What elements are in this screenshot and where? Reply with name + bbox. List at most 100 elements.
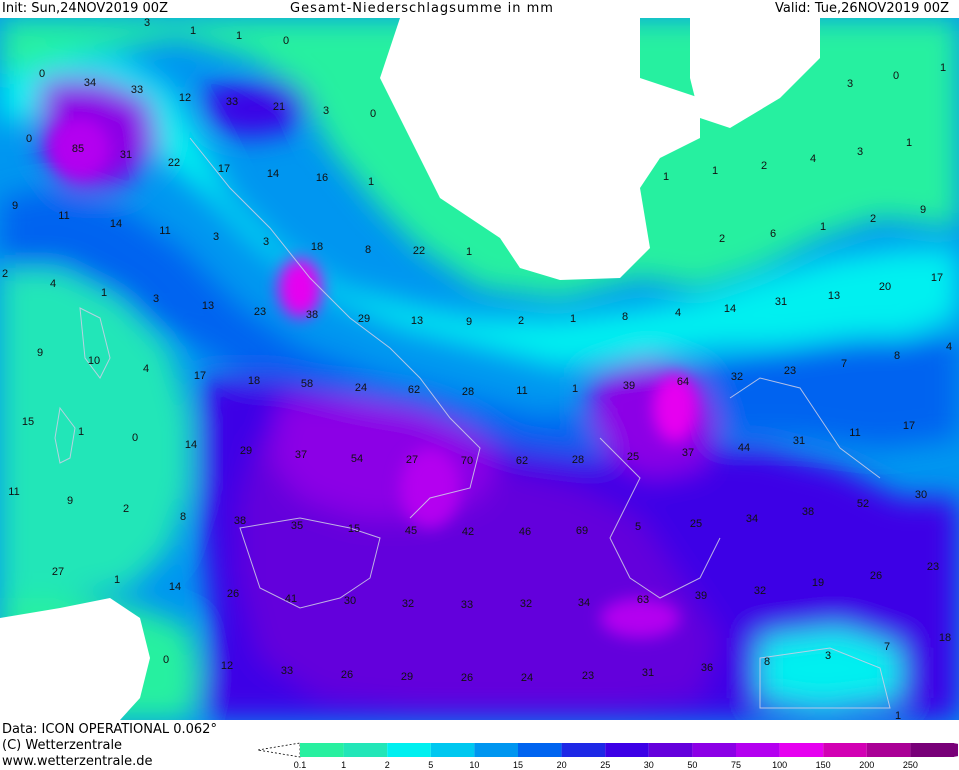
precip-value: 13 — [202, 300, 214, 312]
precip-value: 9 — [920, 204, 926, 216]
precip-value: 30 — [915, 489, 927, 501]
precip-value: 12 — [221, 660, 233, 672]
init-time: Init: Sun,24NOV2019 00Z — [2, 1, 168, 16]
precip-value: 4 — [946, 341, 952, 353]
precip-value: 23 — [254, 306, 266, 318]
precip-value: 39 — [623, 380, 635, 392]
copyright: (C) Wetterzentrale — [2, 738, 123, 753]
precip-value: 1 — [906, 137, 912, 149]
precip-value: 31 — [775, 296, 787, 308]
precip-value: 62 — [408, 384, 420, 396]
legend-swatch — [605, 743, 649, 757]
precip-value: 1 — [190, 25, 196, 37]
precip-value: 13 — [411, 315, 423, 327]
precip-value: 4 — [810, 153, 816, 165]
precip-value: 45 — [405, 525, 417, 537]
precip-value: 25 — [690, 518, 702, 530]
precip-value: 1 — [236, 30, 242, 42]
precip-value: 3 — [323, 105, 329, 117]
precip-value: 24 — [355, 382, 367, 394]
precip-value: 11 — [849, 427, 860, 439]
precip-value: 26 — [341, 669, 353, 681]
precip-value: 26 — [870, 570, 882, 582]
precip-value: 28 — [572, 454, 584, 466]
legend-tick-label: 30 — [644, 760, 654, 770]
precip-value: 8 — [764, 656, 770, 668]
legend-swatch — [300, 743, 344, 757]
legend-tick-label: 100 — [772, 760, 787, 770]
legend-tick-label: 15 — [513, 760, 523, 770]
precip-value: 11 — [159, 225, 170, 237]
precipitation-map: 31 1 00343312 33 21 3 0301085 3122 17 14 16 1134211… — [0, 18, 959, 720]
legend-swatch — [518, 743, 562, 757]
legend-swatch — [692, 743, 736, 757]
precip-value: 3 — [213, 231, 219, 243]
legend-swatch — [387, 743, 431, 757]
legend-tick-label: 200 — [859, 760, 874, 770]
precip-value: 21 — [273, 101, 285, 113]
legend-tick-label: 75 — [731, 760, 741, 770]
precip-value: 11 — [516, 385, 527, 397]
precip-value: 1 — [78, 426, 84, 438]
precip-value: 1 — [712, 165, 718, 177]
precip-value: 42 — [462, 526, 474, 538]
precip-value: 1 — [820, 221, 826, 233]
precip-value: 1 — [663, 171, 669, 183]
precip-value: 38 — [234, 515, 246, 527]
precip-value: 62 — [516, 455, 528, 467]
precip-value: 0 — [39, 68, 45, 80]
precip-value: 19 — [812, 577, 824, 589]
precip-value: 7 — [841, 358, 847, 370]
precip-value: 17 — [194, 370, 206, 382]
precip-value: 11 — [8, 486, 19, 498]
precip-value: 1 — [940, 62, 946, 74]
precip-value: 25 — [627, 451, 639, 463]
precip-value: 20 — [879, 281, 891, 293]
precip-value: 9 — [466, 316, 472, 328]
valid-time: Valid: Tue,26NOV2019 00Z — [774, 1, 949, 16]
legend-tick-label: 150 — [816, 760, 831, 770]
precip-value: 69 — [576, 525, 588, 537]
precip-value: 1 — [572, 383, 578, 395]
precip-value: 37 — [295, 449, 307, 461]
precip-value: 1 — [895, 710, 901, 720]
legend-swatch — [648, 743, 693, 757]
precip-value: 17 — [903, 420, 915, 432]
precip-value: 26 — [461, 672, 473, 684]
legend-swatch — [779, 743, 824, 757]
legend-tick-label: 25 — [600, 760, 610, 770]
website-url: www.wetterzentrale.de — [2, 754, 153, 769]
precip-value: 22 — [168, 157, 180, 169]
precip-value: 2 — [2, 268, 8, 280]
precip-value: 14 — [185, 439, 197, 451]
precip-value: 33 — [226, 96, 238, 108]
precip-value: 15 — [22, 416, 34, 428]
precip-value: 0 — [370, 108, 376, 120]
precip-value: 12 — [179, 92, 191, 104]
precip-value: 23 — [582, 670, 594, 682]
precip-value: 33 — [461, 599, 473, 611]
precip-value: 18 — [311, 241, 323, 253]
precip-value: 3 — [144, 18, 150, 29]
legend-swatch — [736, 743, 780, 757]
precip-value: 34 — [746, 513, 758, 525]
precip-value: 27 — [52, 566, 64, 578]
legend-tick-label: 50 — [687, 760, 697, 770]
precip-value: 24 — [521, 672, 533, 684]
precip-value: 8 — [180, 511, 186, 523]
precip-value: 6 — [770, 228, 776, 240]
precip-value: 46 — [519, 526, 531, 538]
precip-value: 17 — [931, 272, 943, 284]
legend-low-arrow — [258, 742, 301, 758]
precip-value: 29 — [358, 313, 370, 325]
precip-value: 85 — [72, 143, 84, 155]
precip-value: 2 — [719, 233, 725, 245]
legend-tick-label: 5 — [428, 760, 433, 770]
legend-tick-label: 10 — [469, 760, 479, 770]
precip-value: 0 — [283, 35, 289, 47]
precip-value: 27 — [406, 454, 418, 466]
precip-value: 1 — [466, 246, 472, 258]
precip-value: 0 — [26, 133, 32, 145]
color-legend: 0.1 1 2 5 10 15 20 25 30 50 75 100 150 200 250 — [258, 742, 958, 770]
legend-swatch — [474, 743, 518, 757]
